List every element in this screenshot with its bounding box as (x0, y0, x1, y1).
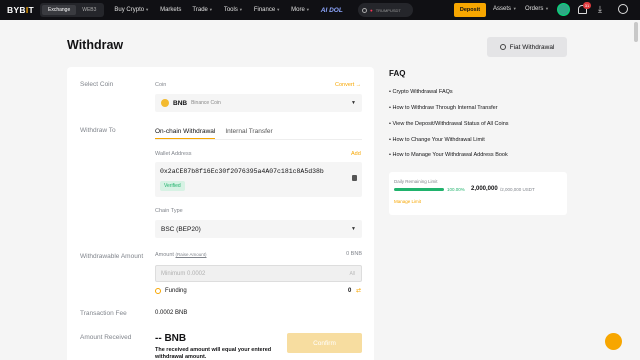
faq-item[interactable]: • View the Deposit/Withdrawal Status of … (389, 121, 509, 127)
transfer-icon[interactable]: ⇄ (356, 287, 361, 294)
notification-badge: 31 (583, 2, 591, 9)
coin-sublabel: Coin (155, 82, 167, 88)
add-address-link[interactable]: Add (351, 151, 361, 157)
faq-item[interactable]: • How to Manage Your Withdrawal Address … (389, 152, 508, 158)
scrollbar[interactable] (634, 22, 638, 42)
fire-icon: ● (370, 7, 373, 13)
withdraw-tabs: On-chain Withdrawal Internal Transfer (155, 128, 273, 139)
coin-name: Binance Coin (191, 100, 221, 106)
search-placeholder: TRUMPUSDT (375, 7, 401, 13)
chain-type-value: BSC (BEP20) (161, 225, 201, 233)
search-icon (362, 7, 367, 13)
confirm-button[interactable]: Confirm (287, 333, 362, 353)
amount-received-value: -- BNB (155, 333, 187, 344)
ai-dol-link[interactable]: AI DOL (321, 7, 343, 14)
search-input[interactable]: ● TRUMPUSDT (358, 3, 413, 17)
funding-radio[interactable] (155, 288, 161, 294)
withdraw-to-label: Withdraw To (80, 127, 116, 134)
coin-symbol: BNB (173, 99, 188, 107)
faq-item[interactable]: • Crypto Withdrawal FAQs (389, 89, 453, 95)
limit-available: 2,000,000 (471, 186, 498, 192)
amount-received-label: Amount Received (80, 334, 132, 341)
funding-balance: 0 (348, 288, 352, 294)
page-title: Withdraw (67, 38, 124, 52)
wallet-address-value: 0x2aCE87b8f16Ec30f2076395a4A07c181c8A5d3… (160, 168, 324, 175)
wallet-address-field[interactable]: 0x2aCE87b8f16Ec30f2076395a4A07c181c8A5d3… (155, 162, 362, 197)
chevron-down-icon: ▼ (145, 7, 150, 12)
faq-item[interactable]: • How to Change Your Withdrawal Limit (389, 137, 485, 143)
wallet-address-label: Wallet Address (155, 151, 192, 157)
manage-limit-link[interactable]: Manage Limit (394, 199, 421, 204)
nav-more[interactable]: More▼ (291, 7, 310, 13)
faq-item[interactable]: • How to Withdraw Through Internal Trans… (389, 105, 498, 111)
chevron-down-icon: ▼ (305, 7, 310, 12)
limit-total: /2,000,000 USDT (500, 187, 535, 192)
daily-limit-label: Daily Remaining Limit (394, 179, 438, 184)
download-icon[interactable]: ⤓ (598, 4, 602, 15)
raise-amount-link[interactable]: (Raise Amount) (176, 252, 207, 257)
nav-trade[interactable]: Trade▼ (192, 7, 212, 13)
amount-label: Amount (Raise Amount) (155, 252, 207, 258)
fiat-withdrawal-label: Fiat Withdrawal (509, 43, 555, 51)
address-book-icon[interactable] (352, 175, 357, 181)
globe-icon[interactable] (618, 4, 628, 14)
chevron-down-icon: ▼ (208, 7, 213, 12)
received-note: The received amount will equal your ente… (155, 347, 272, 360)
chevron-down-icon: ▼ (512, 6, 517, 11)
nav-markets[interactable]: Markets (160, 7, 181, 13)
tab-onchain-withdrawal[interactable]: On-chain Withdrawal (155, 128, 216, 139)
convert-link[interactable]: Convert → (335, 82, 361, 88)
help-chat-icon[interactable] (605, 333, 622, 350)
nav-links: Buy Crypto▼ Markets Trade▼ Tools▼ Financ… (114, 7, 309, 13)
limit-progress-fill (394, 188, 444, 191)
withdraw-form: Select Coin Coin Convert → BNB Binance C… (67, 67, 374, 360)
nav-finance[interactable]: Finance▼ (254, 7, 280, 13)
deposit-button[interactable]: Deposit (454, 3, 486, 17)
web3-tab[interactable]: WEB3 (76, 5, 102, 15)
funding-label: Funding (165, 288, 187, 294)
chevron-down-icon: ▼ (351, 226, 356, 232)
avatar[interactable] (557, 3, 570, 16)
currency-icon (499, 44, 506, 50)
verified-badge: Verified (160, 181, 185, 191)
limit-progress-bar (394, 188, 444, 191)
amount-input[interactable]: Minimum 0.0002 All (155, 265, 362, 282)
transaction-fee-value: 0.0002 BNB (155, 310, 188, 316)
nav-orders[interactable]: Orders ▼ (525, 6, 549, 12)
chevron-down-icon: ▼ (238, 7, 243, 12)
mode-switch: Exchange WEB3 (40, 3, 105, 17)
available-amount: 0 BNB (346, 251, 362, 257)
bnb-coin-icon (161, 99, 169, 107)
coin-select[interactable]: BNB Binance Coin ▼ (155, 94, 362, 112)
fiat-withdrawal-button[interactable]: Fiat Withdrawal (487, 37, 567, 57)
arrow-right-icon: → (355, 82, 362, 88)
nav-assets[interactable]: Assets ▼ (493, 6, 517, 12)
withdrawable-amount-label: Withdrawable Amount (80, 253, 144, 260)
chevron-down-icon: ▼ (545, 6, 549, 11)
nav-tools[interactable]: Tools▼ (224, 7, 243, 13)
limit-percent: 100.00% (447, 187, 465, 192)
exchange-tab[interactable]: Exchange (42, 5, 77, 15)
tab-internal-transfer[interactable]: Internal Transfer (225, 128, 272, 139)
faq-title: FAQ (389, 69, 406, 78)
transaction-fee-label: Transaction Fee (80, 310, 127, 317)
chevron-down-icon: ▼ (351, 100, 356, 106)
daily-limit-card: Daily Remaining Limit 100.00% 2,000,000 … (389, 172, 567, 215)
chain-type-label: Chain Type (155, 208, 183, 214)
amount-placeholder: Minimum 0.0002 (161, 271, 206, 277)
nav-buy-crypto[interactable]: Buy Crypto▼ (114, 7, 149, 13)
select-coin-label: Select Coin (80, 81, 114, 88)
chain-type-select[interactable]: BSC (BEP20) ▼ (155, 220, 362, 238)
tab-divider (155, 139, 362, 140)
bybit-logo[interactable]: BYBIT (7, 5, 37, 15)
chevron-down-icon: ▼ (276, 7, 281, 12)
all-button[interactable]: All (349, 271, 355, 277)
